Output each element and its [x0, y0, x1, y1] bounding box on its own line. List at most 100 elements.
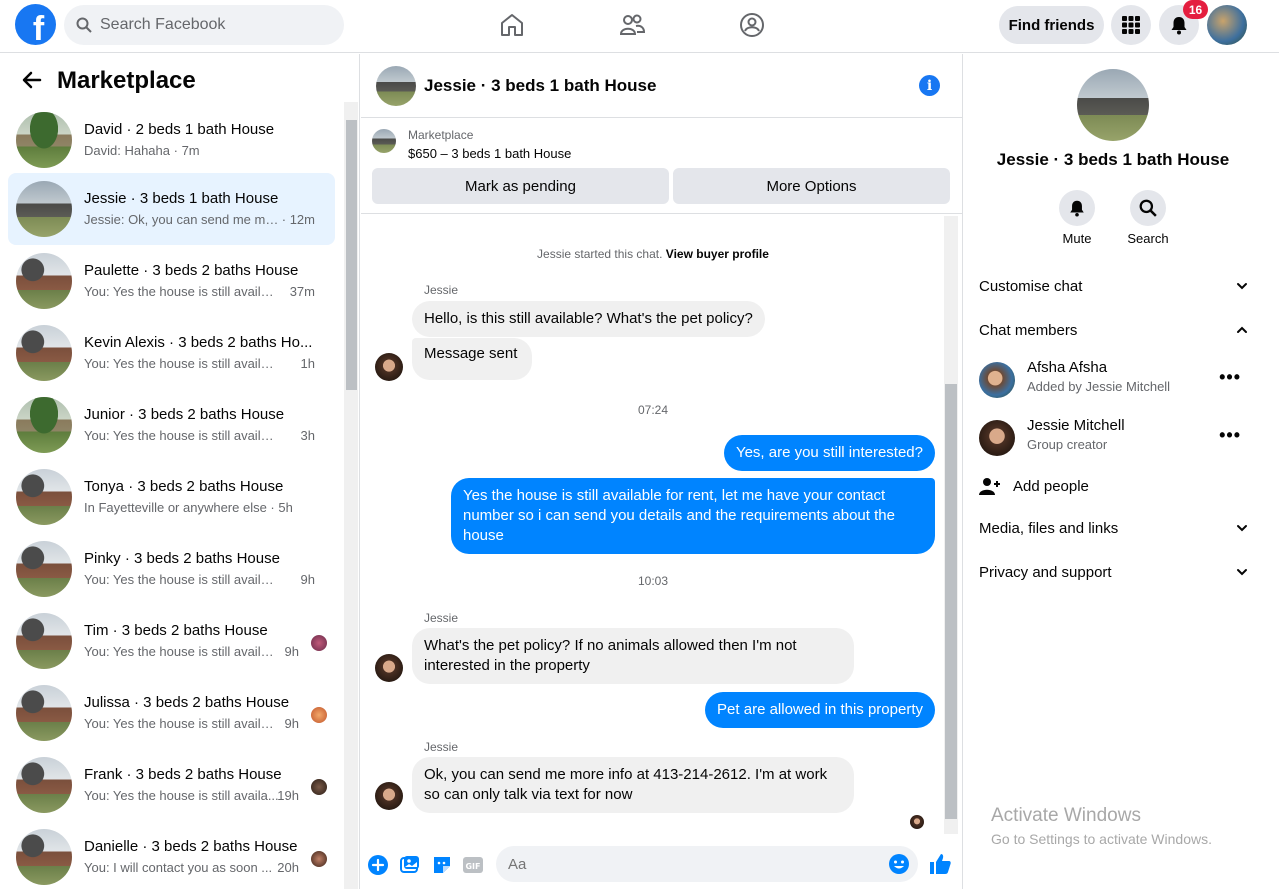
conversation-preview: You: Yes the house is still availab...: [84, 716, 280, 731]
listing-thumbnail[interactable]: [372, 129, 396, 153]
details-title: Jessie · 3 beds 1 bath House: [996, 150, 1230, 169]
message-input-box[interactable]: [496, 846, 918, 882]
outgoing-message[interactable]: Pet are allowed in this property: [705, 692, 935, 728]
conversation-item[interactable]: Julissa · 3 beds 2 baths House You: Yes …: [8, 677, 335, 749]
more-options-icon[interactable]: •••: [1219, 425, 1241, 446]
listing-thumbnail: [16, 253, 72, 309]
home-icon[interactable]: [499, 12, 525, 38]
conversation-name: Paulette · 3 beds 2 baths House: [84, 262, 299, 279]
incoming-message[interactable]: Ok, you can send me more info at 413-214…: [412, 757, 854, 813]
conversation-time: · 12m: [281, 212, 315, 227]
more-options-icon[interactable]: •••: [1219, 367, 1241, 388]
conversation-time: 1h: [300, 356, 315, 371]
conversation-preview: You: Yes the house is still available ..…: [84, 572, 280, 587]
search-icon: [1139, 199, 1157, 217]
conversation-item[interactable]: Junior · 3 beds 2 baths House You: Yes t…: [8, 389, 335, 461]
conversation-item[interactable]: Tim · 3 beds 2 baths House You: Yes the …: [8, 605, 335, 677]
sender-name: Jessie: [424, 283, 459, 297]
chat-member[interactable]: Afsha Afsha Added by Jessie Mitchell •••: [979, 359, 1249, 403]
search-box[interactable]: [64, 5, 344, 45]
seen-avatar: [311, 635, 327, 651]
search-in-chat-button[interactable]: Search: [1118, 190, 1178, 246]
conversation-name: Pinky · 3 beds 2 baths House: [84, 550, 280, 567]
conversation-time: 19h: [277, 788, 299, 803]
facebook-logo[interactable]: f: [15, 4, 56, 45]
menu-button[interactable]: [1111, 5, 1151, 45]
conversation-name: Frank · 3 beds 2 baths House: [84, 766, 282, 783]
member-name: Jessie Mitchell: [1027, 417, 1125, 434]
back-arrow-icon[interactable]: [20, 68, 44, 92]
listing-thumbnail: [16, 685, 72, 741]
account-avatar[interactable]: [1207, 5, 1247, 45]
conversation-item[interactable]: Tonya · 3 beds 2 baths House In Fayettev…: [8, 461, 335, 533]
thumbs-up-icon[interactable]: [928, 852, 952, 876]
search-label: Search: [1127, 231, 1169, 246]
conversation-preview: You: Yes the house is still available ..…: [84, 356, 280, 371]
listing-thumbnail: [16, 325, 72, 381]
photo-icon[interactable]: [399, 854, 421, 876]
emoji-icon[interactable]: [888, 853, 910, 875]
member-subtitle: Added by Jessie Mitchell: [1027, 379, 1171, 394]
more-options-button[interactable]: More Options: [673, 168, 950, 204]
listing-price[interactable]: $650 – 3 beds 1 bath House: [408, 146, 571, 161]
member-avatar: [979, 362, 1015, 398]
listing-avatar[interactable]: [1077, 69, 1149, 141]
scrollbar-thumb[interactable]: [945, 384, 957, 819]
outgoing-message[interactable]: Yes, are you still interested?: [723, 435, 935, 471]
conversation-item[interactable]: Kevin Alexis · 3 beds 2 baths Ho... You:…: [8, 317, 335, 389]
privacy-support-section[interactable]: Privacy and support: [979, 558, 1249, 586]
gif-icon[interactable]: GIF: [462, 854, 484, 876]
read-receipt-avatar: [910, 815, 924, 829]
scrollbar-thumb[interactable]: [346, 120, 357, 390]
conversation-name: Kevin Alexis · 3 beds 2 baths Ho...: [84, 334, 313, 351]
bell-icon: [1171, 17, 1187, 35]
add-people-button[interactable]: Add people: [979, 474, 1089, 498]
conversation-name: Danielle · 3 beds 2 baths House: [84, 838, 298, 855]
sender-avatar[interactable]: [375, 782, 403, 810]
sticker-icon[interactable]: [431, 854, 453, 876]
chat-scrollbar[interactable]: [944, 216, 958, 834]
conversation-name: Jessie · 3 beds 1 bath House: [84, 190, 279, 207]
chat-title[interactable]: Jessie · 3 beds 1 bath House: [424, 76, 656, 96]
find-friends-button[interactable]: Find friends: [999, 6, 1104, 44]
groups-icon[interactable]: [739, 12, 765, 38]
incoming-message[interactable]: Hello, is this still available? What's t…: [412, 301, 765, 337]
mark-as-pending-button[interactable]: Mark as pending: [372, 168, 669, 204]
outgoing-message[interactable]: Yes the house is still available for ren…: [451, 478, 935, 554]
conversation-item[interactable]: Frank · 3 beds 2 baths House You: Yes th…: [8, 749, 335, 821]
listing-thumbnail: [16, 829, 72, 885]
conversation-list-scrollbar[interactable]: [344, 102, 358, 889]
conversation-preview: You: I will contact you as soon ...: [84, 860, 273, 875]
plus-circle-icon[interactable]: [367, 854, 389, 876]
listing-thumbnail: [16, 613, 72, 669]
conversation-item[interactable]: Pinky · 3 beds 2 baths House You: Yes th…: [8, 533, 335, 605]
add-person-icon: [979, 478, 1000, 495]
chat-avatar[interactable]: [376, 66, 416, 106]
grid-menu-icon: [1122, 16, 1140, 34]
friends-icon[interactable]: [619, 12, 645, 38]
seen-avatar: [311, 707, 327, 723]
listing-thumbnail: [16, 181, 72, 237]
view-buyer-profile-link[interactable]: View buyer profile: [666, 247, 769, 261]
sender-avatar[interactable]: [375, 654, 403, 682]
search-input[interactable]: [100, 16, 320, 34]
conversation-item[interactable]: David · 2 beds 1 bath House David: Hahah…: [8, 104, 335, 176]
mute-button[interactable]: Mute: [1047, 190, 1107, 246]
chat-details-panel: Jessie · 3 beds 1 bath House Mute Search…: [962, 54, 1262, 889]
chat-members-section[interactable]: Chat members: [979, 316, 1249, 344]
sender-avatar[interactable]: [375, 353, 403, 381]
conversation-item-active[interactable]: Jessie · 3 beds 1 bath House Jessie: Ok,…: [8, 173, 335, 245]
info-icon[interactable]: i: [919, 75, 940, 96]
marketplace-label: Marketplace: [408, 128, 474, 142]
incoming-message[interactable]: Message sent: [412, 338, 532, 380]
conversation-item[interactable]: Paulette · 3 beds 2 baths House You: Yes…: [8, 245, 335, 317]
svg-text:GIF: GIF: [465, 862, 480, 871]
customise-chat-section[interactable]: Customise chat: [979, 272, 1249, 300]
chat-member[interactable]: Jessie Mitchell Group creator •••: [979, 417, 1249, 461]
media-files-links-section[interactable]: Media, files and links: [979, 514, 1249, 542]
seen-avatar: [311, 779, 327, 795]
sender-name: Jessie: [424, 740, 459, 754]
conversation-item[interactable]: Danielle · 3 beds 2 baths House You: I w…: [8, 821, 335, 889]
incoming-message[interactable]: What's the pet policy? If no animals all…: [412, 628, 854, 684]
message-input[interactable]: [508, 855, 868, 873]
